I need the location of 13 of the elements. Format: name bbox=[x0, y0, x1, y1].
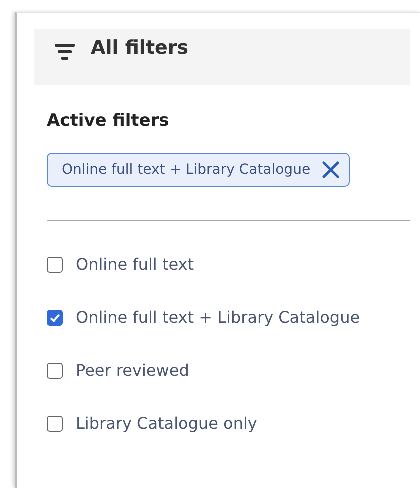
section-heading: Active filters bbox=[47, 111, 170, 131]
chip-label: Online full text + Library Catalogue bbox=[62, 162, 311, 178]
checkbox-label: Online full text bbox=[76, 255, 194, 274]
panel-title: All filters bbox=[91, 37, 189, 59]
close-icon[interactable] bbox=[320, 160, 341, 180]
checkbox[interactable] bbox=[47, 256, 63, 272]
checkbox-label: Peer reviewed bbox=[76, 361, 190, 380]
checkbox-label: Library Catalogue only bbox=[76, 414, 258, 433]
checkbox[interactable] bbox=[47, 416, 63, 432]
checkbox-label: Online full text + Library Catalogue bbox=[76, 308, 360, 327]
checkbox[interactable] bbox=[47, 362, 63, 378]
checkbox[interactable] bbox=[47, 310, 63, 326]
filter-icon bbox=[55, 43, 75, 61]
